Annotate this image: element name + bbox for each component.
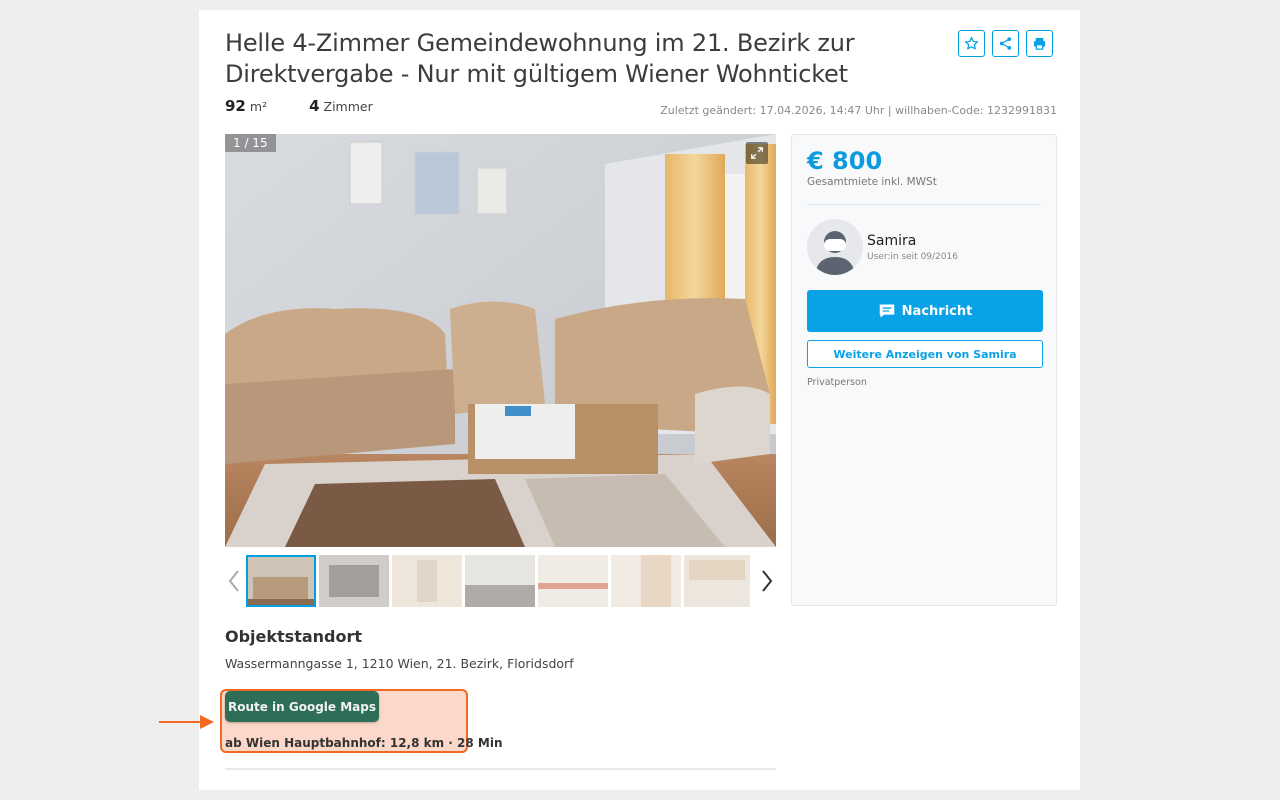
share-button[interactable] [992, 30, 1019, 57]
thumbnails-prev-button[interactable] [225, 565, 243, 597]
share-icon [999, 37, 1012, 50]
print-icon [1033, 37, 1046, 50]
route-info: ab Wien Hauptbahnhof: 12,8 km · 28 Min [225, 736, 503, 750]
thumbnail-image [684, 555, 750, 607]
thumbnail-5[interactable] [538, 555, 608, 607]
thumbnail-3[interactable] [392, 555, 462, 607]
seller-name: Samira [867, 233, 917, 249]
listing-card: Helle 4-Zimmer Gemeindewohnung im 21. Be… [199, 10, 1080, 790]
address: Wassermanngasse 1, 1210 Wien, 21. Bezirk… [225, 656, 574, 671]
message-button-label: Nachricht [901, 303, 973, 319]
chevron-left-icon [228, 570, 239, 592]
rooms-unit: Zimmer [323, 99, 373, 114]
print-button[interactable] [1026, 30, 1053, 57]
avatar [807, 219, 863, 275]
thumbnail-4[interactable] [465, 555, 535, 607]
listing-meta: Zuletzt geändert: 17.04.2026, 14:47 Uhr … [660, 104, 1057, 117]
area-fact: 92 m² [225, 97, 267, 115]
message-button[interactable]: Nachricht [807, 290, 1043, 332]
listing-actions [958, 30, 1053, 57]
arrow-pointer-icon [159, 715, 214, 729]
thumbnails-next-button[interactable] [758, 565, 776, 597]
price: € 800 [807, 147, 883, 175]
favorite-button[interactable] [958, 30, 985, 57]
seller-type: Privatperson [807, 377, 867, 388]
location-heading: Objektstandort [225, 627, 363, 646]
thumbnail-image [611, 555, 681, 607]
fullscreen-button[interactable] [746, 142, 768, 164]
thumbnail-image [465, 555, 535, 607]
thumbnail-6[interactable] [611, 555, 681, 607]
key-facts: 92 m² 4 Zimmer [225, 97, 415, 115]
rooms-value: 4 [309, 97, 320, 115]
seller-since: User:in seit 09/2016 [867, 252, 958, 262]
route-google-maps-button[interactable]: Route in Google Maps [225, 691, 379, 722]
thumbnail-1[interactable] [246, 555, 316, 607]
contact-box: € 800 Gesamtmiete inkl. MWSt Samira User… [791, 134, 1057, 606]
main-photo[interactable]: 1 / 15 [225, 134, 776, 547]
divider [807, 204, 1041, 205]
area-value: 92 [225, 97, 246, 115]
section-divider [225, 768, 776, 770]
photo-counter: 1 / 15 [225, 134, 276, 152]
chat-icon [879, 304, 894, 318]
thumbnail-7[interactable] [684, 555, 750, 607]
rooms-fact: 4 Zimmer [309, 97, 373, 115]
thumbnail-strip [225, 555, 776, 607]
chevron-right-icon [762, 570, 773, 592]
area-unit: m² [249, 99, 268, 114]
expand-icon [751, 147, 763, 159]
user-icon [815, 231, 855, 275]
star-icon [964, 36, 979, 50]
thumbnail-image [392, 555, 462, 607]
thumbnail-2[interactable] [319, 555, 389, 607]
price-label: Gesamtmiete inkl. MWSt [807, 176, 937, 188]
listing-title: Helle 4-Zimmer Gemeindewohnung im 21. Be… [225, 29, 855, 88]
more-ads-button[interactable]: Weitere Anzeigen von Samira [807, 340, 1043, 368]
thumbnail-image [248, 557, 314, 605]
thumbnail-image [538, 555, 608, 607]
thumbnail-image [319, 555, 389, 607]
living-room-photo [225, 134, 776, 547]
